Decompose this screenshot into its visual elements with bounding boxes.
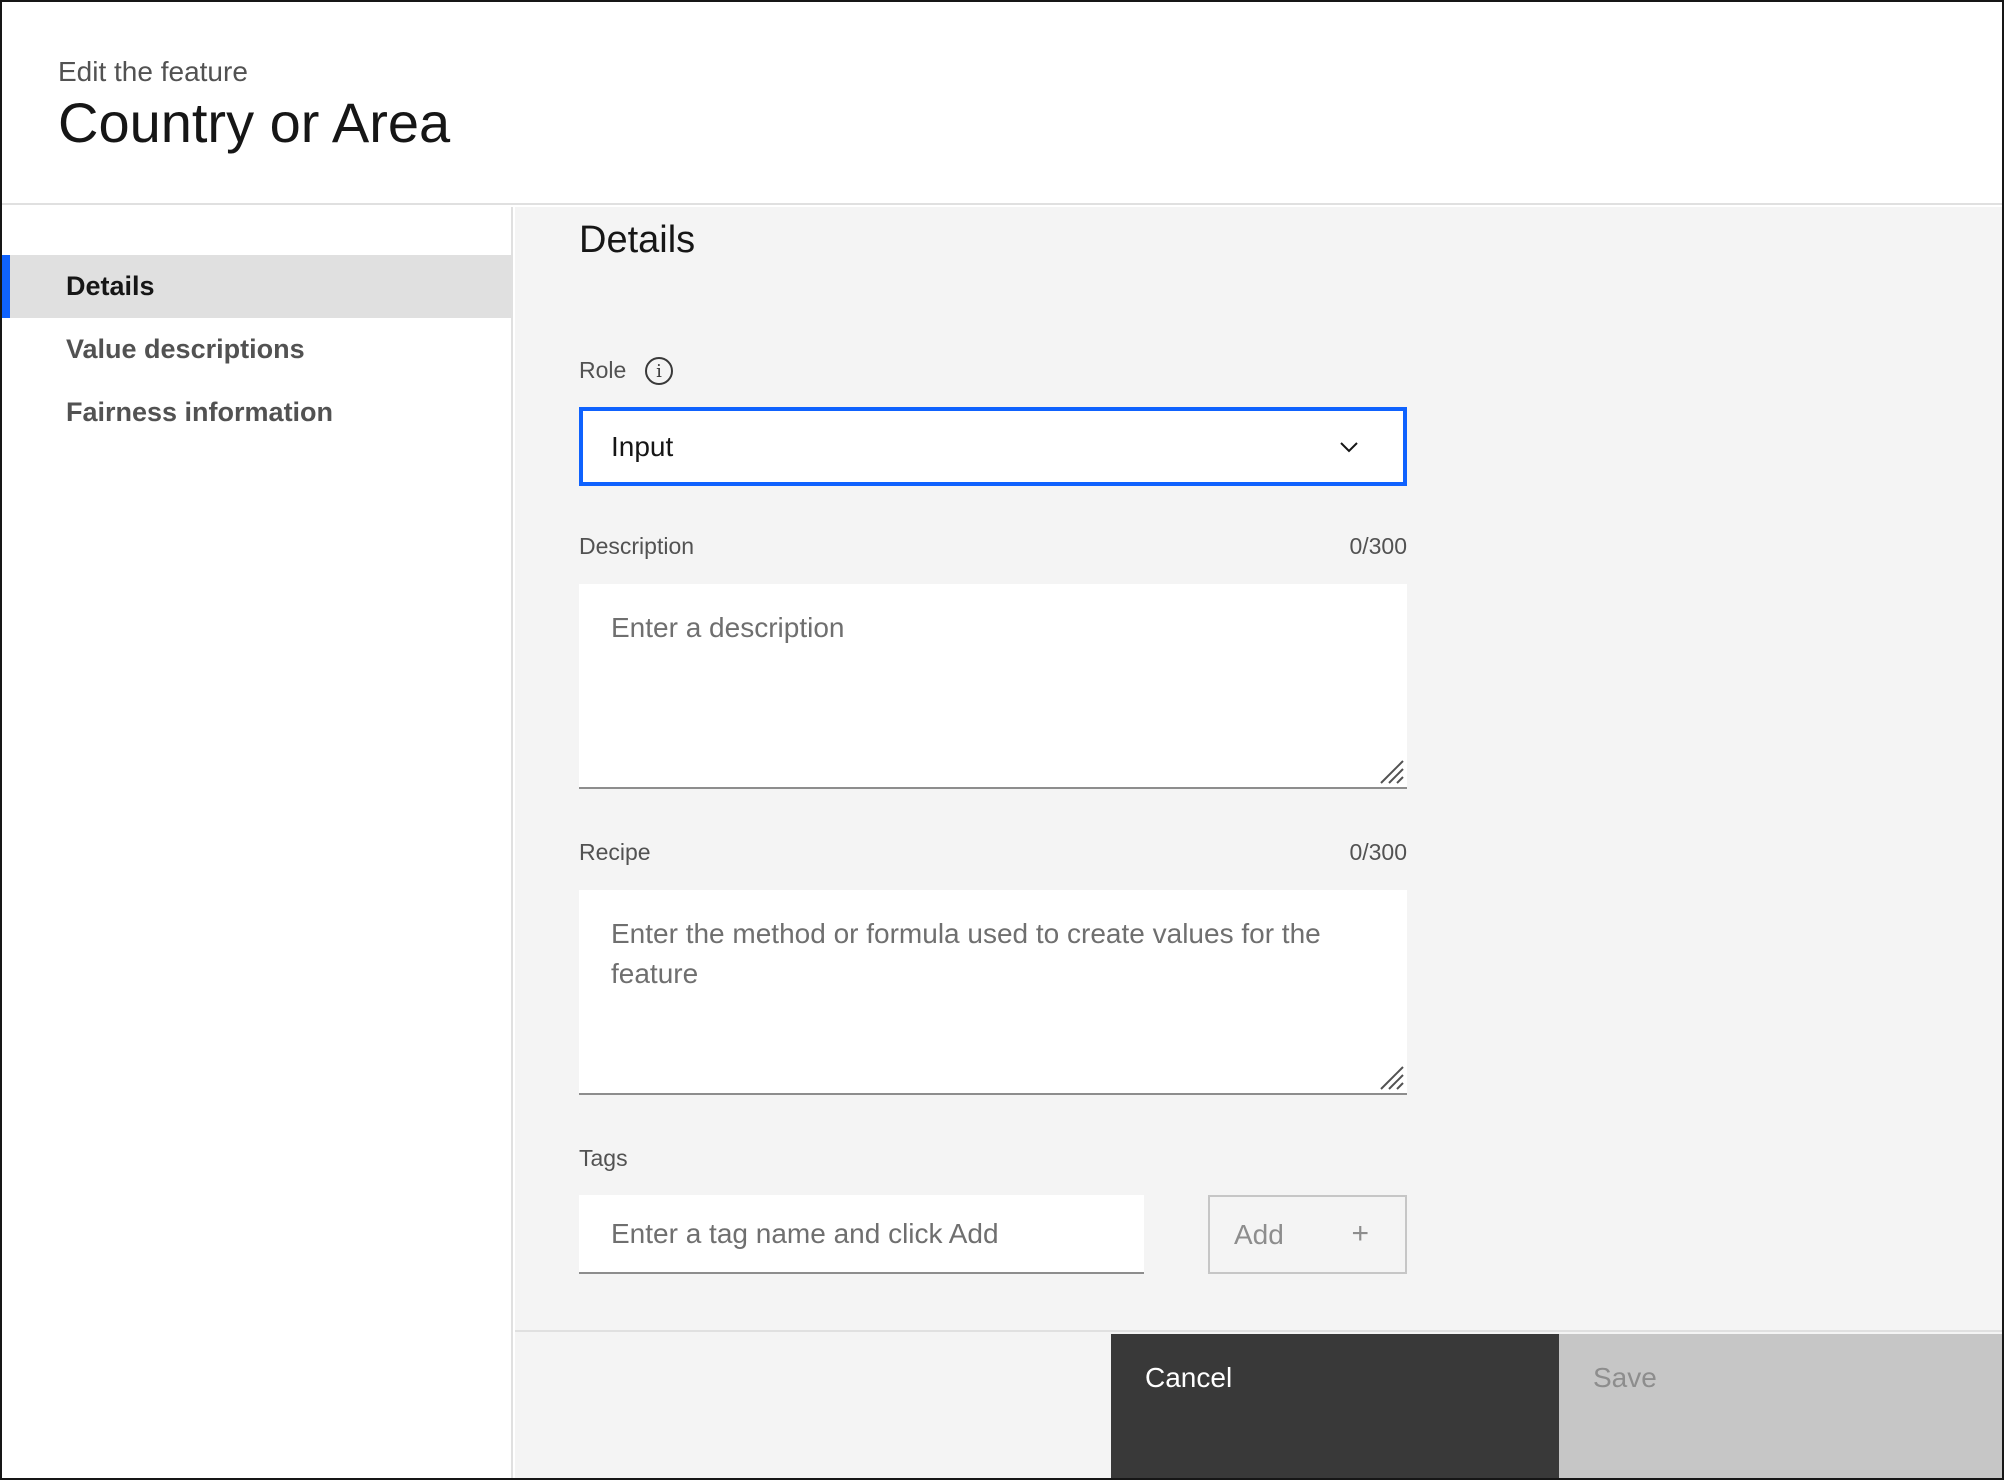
nav-item-label: Details <box>66 271 155 301</box>
plus-icon: + <box>1351 1217 1369 1250</box>
dialog-footer: Cancel Save <box>515 1330 2002 1478</box>
info-icon[interactable]: i <box>645 357 673 385</box>
details-panel: Details Role i Input Description 0/300 E… <box>515 207 2002 1330</box>
recipe-placeholder: Enter the method or formula used to crea… <box>611 918 1321 989</box>
nav-item-label: Value descriptions <box>66 334 305 364</box>
dialog-subtitle: Edit the feature <box>58 56 248 87</box>
recipe-textarea[interactable]: Enter the method or formula used to crea… <box>579 890 1407 1095</box>
description-placeholder: Enter a description <box>611 612 845 643</box>
tag-input-placeholder: Enter a tag name and click Add <box>611 1217 999 1249</box>
save-button[interactable]: Save <box>1559 1334 2002 1478</box>
recipe-counter: 0/300 <box>1349 839 1407 865</box>
nav-item-fairness-information[interactable]: Fairness information <box>2 381 511 444</box>
role-label: Role <box>579 357 627 383</box>
section-title: Details <box>579 219 696 261</box>
tag-input[interactable]: Enter a tag name and click Add <box>579 1195 1144 1274</box>
dialog-header: Edit the feature Country or Area <box>2 2 2002 205</box>
nav-item-details[interactable]: Details <box>2 255 511 318</box>
nav-item-value-descriptions[interactable]: Value descriptions <box>2 318 511 381</box>
role-select-value: Input <box>611 430 674 462</box>
resize-handle-icon[interactable] <box>1379 1065 1405 1091</box>
side-nav: Details Value descriptions Fairness info… <box>2 207 513 1478</box>
add-tag-label: Add <box>1234 1218 1284 1250</box>
chevron-down-icon <box>1340 442 1358 453</box>
edit-feature-dialog: Edit the feature Country or Area Details… <box>0 0 2004 1480</box>
description-label: Description <box>579 533 695 559</box>
resize-handle-icon[interactable] <box>1379 759 1405 785</box>
role-select[interactable]: Input <box>579 407 1407 486</box>
dialog-title: Country or Area <box>58 91 451 154</box>
description-counter: 0/300 <box>1349 533 1407 559</box>
recipe-label: Recipe <box>579 839 651 865</box>
cancel-button[interactable]: Cancel <box>1111 1334 1559 1478</box>
nav-item-label: Fairness information <box>66 397 334 427</box>
add-tag-button[interactable]: Add + <box>1208 1195 1407 1274</box>
description-textarea[interactable]: Enter a description <box>579 584 1407 789</box>
tags-label: Tags <box>579 1145 628 1171</box>
